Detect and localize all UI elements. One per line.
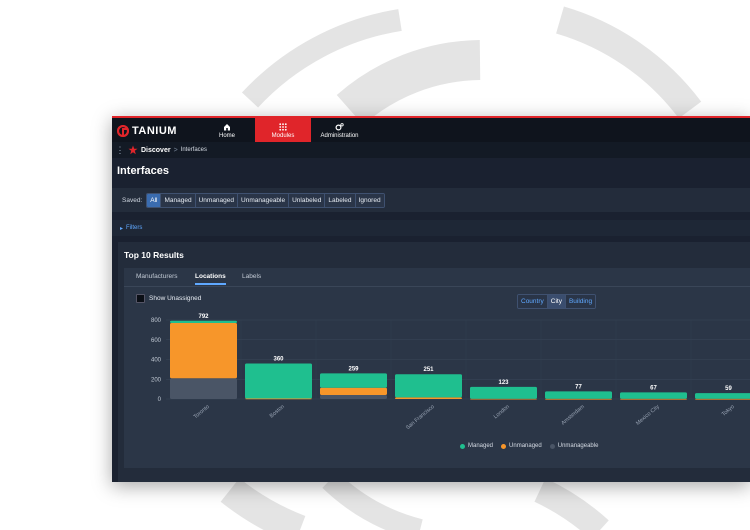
nav-home[interactable]: Home [207,118,247,144]
breadcrumb-current: Interfaces [180,147,208,153]
bar-segment-managed [245,363,312,399]
legend-item-unmanaged[interactable]: Unmanaged [501,443,542,449]
x-category-label: Toronto [193,404,211,420]
saved-filter-all[interactable]: All [147,193,162,207]
legend-label-unmanaged: Unmanaged [509,443,542,449]
bar-segment-managed [695,393,750,399]
saved-label: Saved: [122,196,143,204]
bar-total-label: 67 [650,385,657,391]
bar-segment-unmanaged [470,398,537,400]
bar-segment-unmanageable [320,395,387,399]
gear-icon [335,123,344,131]
x-category-label: San Francisco [405,404,436,431]
x-category-label: London [493,404,511,420]
x-category-label: Amsterdam [560,404,586,427]
filters-toggle[interactable]: ▸ Filters [112,220,750,236]
legend-item-unmanageable[interactable]: Unmanageable [549,443,599,449]
x-category-label: Boston [269,404,286,420]
bar-segment-managed [320,373,387,388]
brand-logo[interactable]: TANIUM [117,123,177,139]
bar-segment-managed [170,320,237,323]
saved-filter-labeled[interactable]: Labeled [325,193,356,207]
saved-filter-unmanageable[interactable]: Unmanageable [238,193,290,207]
nav-administration[interactable]: Administration [312,118,367,144]
x-category-label: Tokyo [721,404,736,418]
bar-segment-unmanaged [620,398,687,400]
breadcrumb-separator: > [173,146,178,154]
bar-segment-managed [545,391,612,399]
locations-bar-chart: 0 200 400 600 800 792 Toronto 360 Boston 259 251 Sa… [151,314,750,431]
breadcrumb: ⋮ Discover > Interfaces [112,142,750,158]
bar-segment-unmanaged [245,398,312,400]
bar-total-label: 251 [423,367,434,373]
legend-swatch-unmanageable [549,443,555,449]
brand-name: TANIUM [132,125,177,137]
legend-item-managed[interactable]: Managed [460,443,493,449]
saved-filter-ignored[interactable]: Ignored [355,193,384,207]
results-title: Top 10 Results [124,250,184,260]
chart-legend: Managed Unmanaged Unmanageable [460,443,606,449]
bar-segment-managed [470,386,537,399]
discover-star-icon [128,145,138,155]
bar-segment-unmanageable [170,378,237,399]
nav-modules-label: Modules [271,133,295,139]
nav-home-label: Home [218,133,235,139]
legend-label-managed: Managed [468,443,494,449]
y-tick-label: 400 [151,358,162,364]
results-panel: Top 10 Results Manufacturers Locations L… [118,242,750,482]
bar-total-label: 123 [498,380,509,386]
bar-segment-unmanaged [695,398,750,400]
saved-filter-unmanaged[interactable]: Unmanaged [195,193,239,207]
top-navigation: TANIUM Home Modules Administration [112,116,750,144]
grid-icon [279,123,287,131]
bar-total-label: 360 [273,356,284,362]
kebab-menu-icon[interactable]: ⋮ [114,145,126,156]
bar-total-label: 77 [575,384,582,390]
tanium-logo-icon [117,125,129,137]
results-content: Manufacturers Locations Labels Show Unas… [124,268,750,468]
bar-segment-unmanaged [320,387,387,396]
legend-swatch-managed [460,443,465,449]
saved-filter-unlabeled[interactable]: Unlabeled [289,193,326,207]
chevron-right-icon: ▸ [120,225,124,232]
filters-label: Filters [126,225,143,231]
app-window: TANIUM Home Modules Administration ⋮ Dis… [112,116,750,482]
saved-filter-managed[interactable]: Managed [161,193,196,207]
saved-filter-group: All Managed Unmanaged Unmanageable Unlab… [146,192,385,208]
y-tick-label: 800 [151,318,162,324]
y-tick-label: 0 [158,397,162,403]
bar-segment-unmanaged [170,322,237,379]
y-tick-label: 200 [151,377,162,383]
bar-segment-unmanaged [395,397,462,399]
bar-segment-unmanaged [545,398,612,400]
breadcrumb-module-link[interactable]: Discover [141,147,171,154]
home-icon [223,123,231,131]
bar-total-label: 259 [348,366,359,372]
bar-total-label: 792 [198,314,209,320]
bar-total-label: 59 [725,386,732,392]
bar-segment-managed [620,392,687,399]
legend-label-unmanageable: Unmanageable [557,443,599,449]
x-category-label: Mexico City [635,404,661,427]
nav-modules[interactable]: Modules [255,118,311,144]
page-title: Interfaces [117,165,169,177]
legend-swatch-unmanaged [501,443,507,449]
saved-filter-bar: Saved: All Managed Unmanaged Unmanageabl… [112,188,750,212]
nav-administration-label: Administration [320,133,359,139]
bar-segment-managed [395,374,462,398]
y-tick-label: 600 [151,338,162,344]
